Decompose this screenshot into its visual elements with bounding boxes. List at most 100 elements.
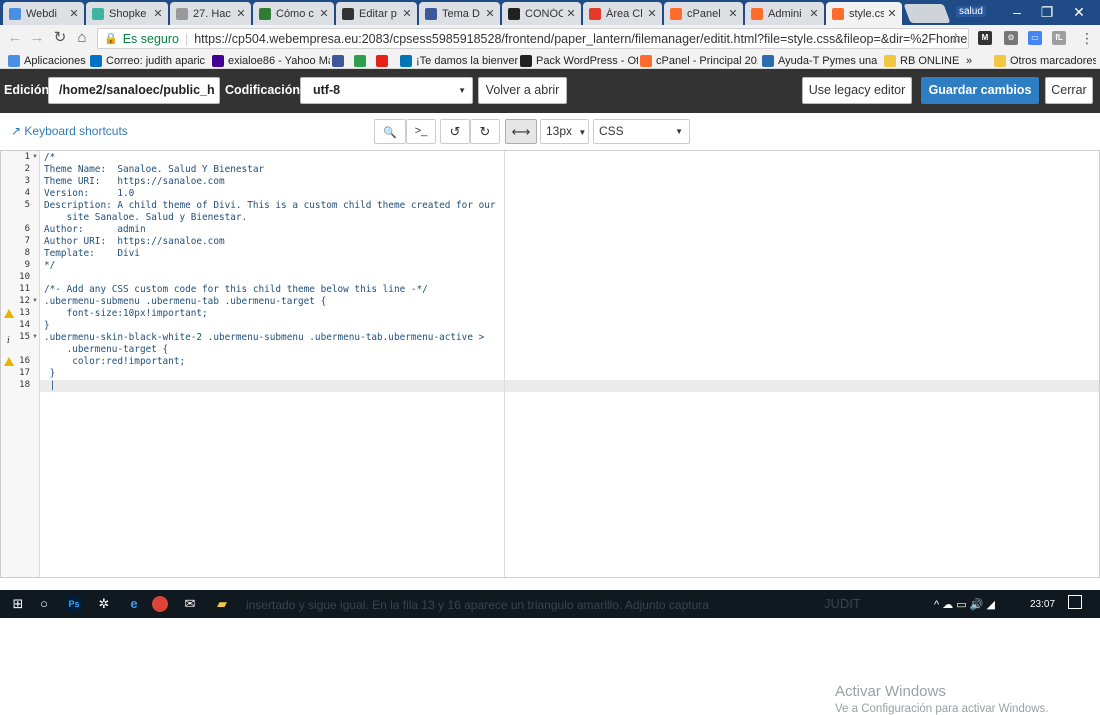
keyboard-shortcuts-link[interactable]: ↗ Keyboard shortcuts <box>11 124 128 138</box>
encoding-select[interactable]: utf-8 ▼ <box>300 77 473 104</box>
browser-tab[interactable]: Shopke ✕ <box>86 2 168 25</box>
close-tab-icon[interactable]: ✕ <box>727 7 739 20</box>
bookmark-item[interactable]: Pack WordPress - Otr <box>520 53 638 68</box>
word-wrap-toggle[interactable]: ⟷ <box>505 119 537 144</box>
browser-tab[interactable]: CONÓC ✕ <box>502 2 581 25</box>
mode-select[interactable]: CSS ▼ <box>593 119 690 144</box>
bookmark-item[interactable] <box>354 53 374 68</box>
undo-button[interactable]: ↺ <box>440 119 470 144</box>
code-line: site Sanaloe. Salud y Bienestar. <box>44 212 248 223</box>
search-icon: 🔍 <box>383 127 397 139</box>
browser-tab[interactable]: Tema D ✕ <box>419 2 500 25</box>
edge-icon[interactable]: e <box>124 594 144 614</box>
address-bar[interactable]: 🔒 Es seguro | https://cp504.webempresa.e… <box>97 28 969 49</box>
search-button[interactable]: 🔍 <box>374 119 406 144</box>
info-icon[interactable]: i <box>7 336 10 346</box>
back-button[interactable]: ← <box>6 29 24 47</box>
reopen-button[interactable]: Volver a abrir <box>478 77 567 104</box>
close-tab-icon[interactable]: ✕ <box>401 7 413 20</box>
bookmark-item[interactable]: RB ONLINE <box>884 53 962 68</box>
warning-triangle-icon[interactable] <box>4 357 14 366</box>
encoding-label: Codificación: <box>225 83 305 97</box>
new-tab-button[interactable] <box>903 4 951 23</box>
font-size-value: 13px <box>546 124 573 138</box>
code-line: Theme Name: Sanaloe. Salud Y Bienestar <box>44 164 265 175</box>
chrome-menu-icon[interactable]: ⋮ <box>1078 29 1096 47</box>
bookmark-item[interactable]: exialoe86 - Yahoo Ma <box>212 53 330 68</box>
redo-button[interactable]: ↻ <box>470 119 500 144</box>
bookmark-item[interactable] <box>376 53 396 68</box>
browser-tab[interactable]: Webdi ✕ <box>3 2 84 25</box>
bookmark-item[interactable]: cPanel - Principal 201 <box>640 53 758 68</box>
browser-tab[interactable]: Admini ✕ <box>745 2 824 25</box>
page-icon <box>176 7 188 20</box>
photoshop-icon[interactable]: Ps <box>66 596 82 612</box>
system-tray[interactable]: ^ ☁ ▭ 🔊 ◢ <box>934 598 995 611</box>
code-line: Description: A child theme of Divi. This… <box>44 200 496 211</box>
browser-tab[interactable]: cPanel ✕ <box>664 2 743 25</box>
browser-tab[interactable]: style.css✕ <box>826 2 902 25</box>
forward-button[interactable]: → <box>28 29 46 47</box>
extension-m-icon[interactable]: M <box>978 31 992 45</box>
bookmark-item[interactable]: Otros marcadores <box>994 53 1096 68</box>
bookmark-item[interactable]: Ayuda-T Pymes una <box>762 53 880 68</box>
code-line: color:red!important; <box>44 356 186 367</box>
edition-label: Edición: <box>4 83 54 97</box>
extension-blue-icon[interactable]: ▭ <box>1028 31 1042 45</box>
save-changes-button[interactable]: Guardar cambios <box>921 77 1039 104</box>
file-explorer-icon[interactable]: ▰ <box>212 594 232 614</box>
close-window-button[interactable]: ✕ <box>1060 0 1098 25</box>
profile-button[interactable]: salud <box>956 6 986 17</box>
tab-label: Shopke <box>109 7 147 20</box>
close-tab-icon[interactable]: ✕ <box>318 7 330 20</box>
reload-button[interactable]: ↻ <box>51 29 69 47</box>
font-size-select[interactable]: 13px ▼ <box>540 119 589 144</box>
file-path-field[interactable]: /home2/sanaloec/public_h <box>48 77 220 104</box>
code-editor[interactable]: 1 ▼ 2 3 4 5 6 7 8 9 10 11 12 ▼ 13 14 15 ▼ i 16 17 18 /* Theme … <box>0 150 1100 715</box>
tab-label: CONÓC <box>525 7 563 20</box>
legacy-editor-button[interactable]: Use legacy editor <box>802 77 912 104</box>
search-circle-icon[interactable]: ○ <box>34 594 54 614</box>
goto-line-button[interactable]: >_ <box>406 119 436 144</box>
close-tab-icon[interactable]: ✕ <box>152 7 164 20</box>
line-number: 8 <box>24 248 30 258</box>
close-tab-icon[interactable]: ✕ <box>68 7 80 20</box>
code-line: Template: Divi <box>44 248 140 259</box>
bookmark-item[interactable]: Aplicaciones <box>8 53 88 68</box>
browser-tab[interactable]: 27. Hac ✕ <box>170 2 251 25</box>
line-number: 10 <box>19 272 30 282</box>
redo-icon: ↻ <box>479 124 491 139</box>
browser-tab[interactable]: Cómo c ✕ <box>253 2 334 25</box>
home-button[interactable]: ⌂ <box>73 29 91 47</box>
fold-toggle-icon[interactable]: ▼ <box>32 298 38 304</box>
windows-start-icon[interactable]: ⊞ <box>8 594 28 614</box>
extension-gear-icon[interactable]: ⚙ <box>1004 31 1018 45</box>
extension-grey-icon[interactable]: fL <box>1052 31 1066 45</box>
fold-toggle-icon[interactable]: ▼ <box>32 334 38 340</box>
action-center-icon[interactable] <box>1068 595 1082 609</box>
browser-tab[interactable]: Área Cl ✕ <box>583 2 662 25</box>
chrome-icon[interactable] <box>152 596 168 612</box>
bookmark-item[interactable]: » <box>966 53 980 68</box>
mail-icon[interactable]: ✉ <box>180 594 200 614</box>
close-tab-icon[interactable]: ✕ <box>808 7 820 20</box>
close-tab-icon[interactable]: ✕ <box>565 7 577 20</box>
bookmark-item[interactable]: ¡Te damos la bienven <box>400 53 518 68</box>
bookmark-item[interactable] <box>332 53 352 68</box>
browser-tab-strip: Webdi ✕ Shopke ✕ 27. Hac ✕ Cómo c ✕ Editar p ✕ Tem… <box>0 0 1100 25</box>
bookmark-star-icon[interactable]: ☆ <box>949 30 962 47</box>
code-content[interactable]: /* Theme Name: Sanaloe. Salud Y Bienestar… <box>40 151 504 577</box>
browser-tab[interactable]: Editar p ✕ <box>336 2 417 25</box>
bookmark-item[interactable]: Correo: judith aparic <box>90 53 208 68</box>
close-tab-icon[interactable]: ✕ <box>235 7 247 20</box>
warning-triangle-icon[interactable] <box>4 309 14 318</box>
close-tab-icon[interactable]: ✕ <box>886 7 898 20</box>
settings-icon[interactable]: ✲ <box>94 594 114 614</box>
code-line: font-size:10px!important; <box>44 308 208 319</box>
bookmark-label: Ayuda-T Pymes una <box>778 54 878 67</box>
close-tab-icon[interactable]: ✕ <box>646 7 658 20</box>
taskbar-clock[interactable]: 23:07 <box>1030 599 1055 610</box>
close-button[interactable]: Cerrar <box>1045 77 1093 104</box>
fold-toggle-icon[interactable]: ▼ <box>32 154 38 160</box>
close-tab-icon[interactable]: ✕ <box>484 7 496 20</box>
